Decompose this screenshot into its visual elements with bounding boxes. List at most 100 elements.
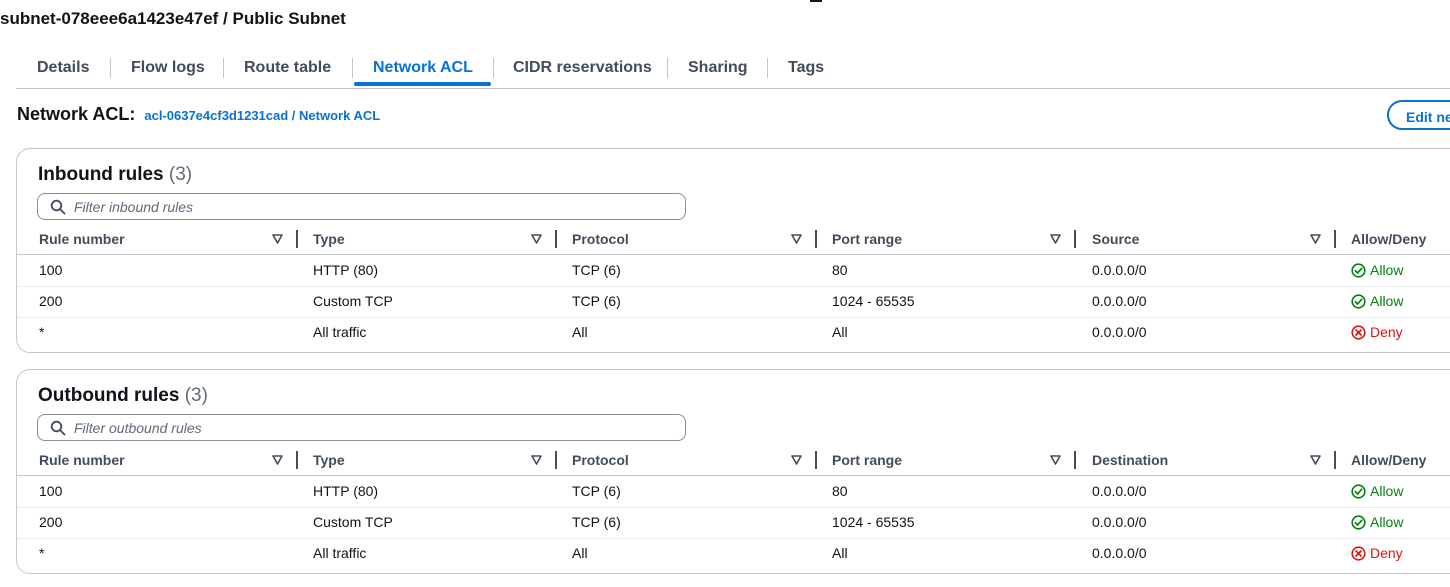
tab-flow-logs[interactable]: Flow logs xyxy=(131,50,205,88)
column-resizer[interactable] xyxy=(555,451,557,469)
sort-icon[interactable] xyxy=(531,455,542,465)
cell-rule-number: 200 xyxy=(39,514,63,530)
column-header-port-range[interactable]: Port range xyxy=(832,445,902,475)
sort-icon[interactable] xyxy=(791,455,802,465)
network-acl-label: Network ACL: xyxy=(17,104,136,124)
sort-icon[interactable] xyxy=(1050,234,1061,244)
sort-icon[interactable] xyxy=(531,234,542,244)
inbound-filter-input[interactable] xyxy=(74,195,674,218)
cell-rule-number: 100 xyxy=(39,262,63,278)
column-header-rule-number[interactable]: Rule number xyxy=(39,224,125,254)
cell-type: All traffic xyxy=(313,324,367,340)
status-text: Allow xyxy=(1370,293,1404,309)
table-row[interactable]: 200 Custom TCP TCP (6) 1024 - 65535 0.0.… xyxy=(17,286,1450,318)
status-text: Deny xyxy=(1370,545,1403,561)
cell-rule-number: 100 xyxy=(39,483,63,499)
cell-destination: 0.0.0.0/0 xyxy=(1092,483,1147,499)
cell-port-range: 1024 - 65535 xyxy=(832,293,915,309)
search-icon xyxy=(50,420,66,436)
tab-route-table[interactable]: Route table xyxy=(244,50,331,88)
column-header-protocol[interactable]: Protocol xyxy=(572,445,629,475)
cell-rule-number: * xyxy=(39,324,45,340)
cell-port-range: 1024 - 65535 xyxy=(832,514,915,530)
column-header-protocol[interactable]: Protocol xyxy=(572,224,629,254)
cell-port-range: 80 xyxy=(832,483,848,499)
tab-sharing[interactable]: Sharing xyxy=(688,50,748,88)
cell-type: HTTP (80) xyxy=(313,483,379,499)
edit-network-acl-button[interactable]: Edit ne xyxy=(1387,100,1450,130)
inbound-filter[interactable] xyxy=(37,193,686,220)
table-row[interactable]: * All traffic All All 0.0.0.0/0 Deny xyxy=(17,538,1450,569)
cell-source: 0.0.0.0/0 xyxy=(1092,262,1147,278)
table-row[interactable]: 100 HTTP (80) TCP (6) 80 0.0.0.0/0 Allow xyxy=(17,476,1450,508)
sort-icon[interactable] xyxy=(272,234,283,244)
sort-icon[interactable] xyxy=(1310,455,1321,465)
column-header-allow-deny[interactable]: Allow/Deny xyxy=(1351,224,1426,254)
column-header-type[interactable]: Type xyxy=(313,445,345,475)
sort-icon[interactable] xyxy=(791,234,802,244)
tab-separator xyxy=(223,58,224,78)
check-circle-icon xyxy=(1351,484,1366,499)
table-row[interactable]: 100 HTTP (80) TCP (6) 80 0.0.0.0/0 Allow xyxy=(17,255,1450,287)
inbound-table-header: Rule number Type Protocol Port range Sou… xyxy=(17,224,1450,255)
column-header-type[interactable]: Type xyxy=(313,224,345,254)
check-circle-icon xyxy=(1351,515,1366,530)
cell-rule-number: * xyxy=(39,545,45,561)
tab-tags[interactable]: Tags xyxy=(788,50,824,88)
cell-destination: 0.0.0.0/0 xyxy=(1092,514,1147,530)
tab-separator xyxy=(493,58,494,78)
cell-source: 0.0.0.0/0 xyxy=(1092,324,1147,340)
cell-protocol: TCP (6) xyxy=(572,293,621,309)
cell-protocol: TCP (6) xyxy=(572,262,621,278)
cell-type: HTTP (80) xyxy=(313,262,379,278)
outbound-rules-heading: Outbound rules (3) xyxy=(38,385,208,407)
tab-details[interactable]: Details xyxy=(37,50,89,88)
column-resizer[interactable] xyxy=(815,230,817,248)
tab-separator xyxy=(110,58,111,78)
table-row[interactable]: * All traffic All All 0.0.0.0/0 Deny xyxy=(17,317,1450,348)
column-resizer[interactable] xyxy=(1334,230,1336,248)
column-resizer[interactable] xyxy=(296,451,298,469)
column-resizer[interactable] xyxy=(1074,451,1076,469)
tab-bar: Details Flow logs Route table Network AC… xyxy=(16,50,1450,89)
cell-protocol: All xyxy=(572,545,588,561)
cell-protocol: All xyxy=(572,324,588,340)
status-text: Deny xyxy=(1370,324,1403,340)
column-resizer[interactable] xyxy=(296,230,298,248)
column-header-source[interactable]: Source xyxy=(1092,224,1139,254)
status-text: Allow xyxy=(1370,514,1404,530)
inbound-rules-count: (3) xyxy=(168,164,193,185)
outbound-table-header: Rule number Type Protocol Port range Des… xyxy=(17,445,1450,476)
inbound-rules-heading: Inbound rules (3) xyxy=(38,164,192,186)
column-resizer[interactable] xyxy=(1334,451,1336,469)
outbound-filter[interactable] xyxy=(37,414,686,441)
tab-separator xyxy=(767,58,768,78)
column-resizer[interactable] xyxy=(1074,230,1076,248)
sort-icon[interactable] xyxy=(1310,234,1321,244)
inbound-rules-title: Inbound rules xyxy=(38,164,164,185)
cell-port-range: 80 xyxy=(832,262,848,278)
page-title: subnet-078eee6a1423e47ef / Public Subnet xyxy=(0,9,346,28)
table-row[interactable]: 200 Custom TCP TCP (6) 1024 - 65535 0.0.… xyxy=(17,507,1450,539)
status-text: Allow xyxy=(1370,262,1404,278)
status-text: Allow xyxy=(1370,483,1404,499)
cell-protocol: TCP (6) xyxy=(572,483,621,499)
check-circle-icon xyxy=(1351,294,1366,309)
cell-port-range: All xyxy=(832,324,848,340)
outbound-filter-input[interactable] xyxy=(74,416,674,439)
column-resizer[interactable] xyxy=(555,230,557,248)
outbound-rules-count: (3) xyxy=(184,385,208,406)
column-header-destination[interactable]: Destination xyxy=(1092,445,1168,475)
cell-type: All traffic xyxy=(313,545,367,561)
sort-icon[interactable] xyxy=(1050,455,1061,465)
outbound-rules-title: Outbound rules xyxy=(38,385,180,406)
check-circle-icon xyxy=(1351,263,1366,278)
cell-type: Custom TCP xyxy=(313,514,393,530)
column-resizer[interactable] xyxy=(815,451,817,469)
sort-icon[interactable] xyxy=(272,455,283,465)
column-header-rule-number[interactable]: Rule number xyxy=(39,445,125,475)
tab-cidr-reservations[interactable]: CIDR reservations xyxy=(513,50,652,88)
column-header-allow-deny[interactable]: Allow/Deny xyxy=(1351,445,1426,475)
network-acl-link[interactable]: acl-0637e4cf3d1231cad / Network ACL xyxy=(144,108,380,123)
column-header-port-range[interactable]: Port range xyxy=(832,224,902,254)
